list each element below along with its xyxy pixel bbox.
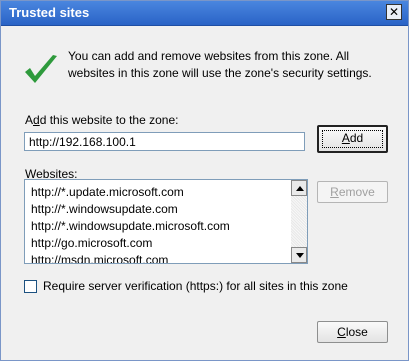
zone-info-text: You can add and remove websites from thi… [68,49,372,80]
list-item[interactable]: http://msdn.microsoft.com [31,252,168,263]
window-title: Trusted sites [9,5,90,20]
close-button[interactable]: Close [317,321,388,343]
require-https-label[interactable]: Require server verification (https:) for… [43,279,348,293]
websites-list[interactable]: http://*.update.microsoft.com http://*.w… [24,179,308,264]
list-item[interactable]: http://go.microsoft.com [31,235,152,252]
websites-scrollbar[interactable] [291,180,307,263]
require-https-checkbox[interactable] [24,280,37,293]
list-item[interactable]: http://*.update.microsoft.com [31,184,184,201]
scroll-down-button[interactable] [291,247,307,263]
title-bar[interactable]: Trusted sites ✕ [1,1,408,26]
close-icon[interactable]: ✕ [386,4,402,20]
remove-button[interactable]: Remove [317,181,388,203]
add-button[interactable]: Add [317,125,388,153]
list-item[interactable]: http://*.windowsupdate.microsoft.com [31,218,230,235]
scroll-up-button[interactable] [291,180,307,196]
add-button-focus-ring [322,130,383,148]
list-item[interactable]: http://*.windowsupdate.com [31,201,178,218]
checkmark-icon [25,55,57,83]
add-website-input[interactable] [24,132,305,151]
add-website-label: Add this website to the zone: [25,113,179,127]
trusted-sites-dialog: Trusted sites ✕ You can add and remove w… [0,0,409,361]
